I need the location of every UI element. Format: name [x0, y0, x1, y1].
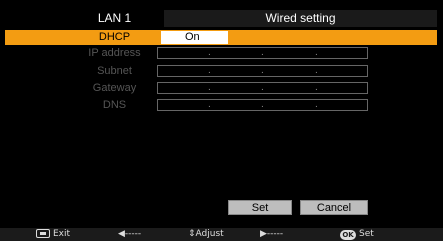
subnet-label: Subnet: [97, 65, 132, 77]
page-title: Wired setting: [164, 10, 437, 27]
row-dns[interactable]: DNS ...: [5, 98, 437, 113]
wired-setting-screen: LAN 1 Wired setting DHCP On IP address .…: [0, 0, 443, 241]
footer-set: OK Set: [340, 228, 374, 241]
ip-address-field[interactable]: ...: [157, 47, 368, 59]
up-down-arrow-icon: ⇕: [188, 229, 196, 239]
footer-bar: Exit ◀----- ⇕Adjust ▶----- OK Set: [0, 228, 443, 241]
dns-field[interactable]: ...: [157, 99, 368, 111]
ip-address-label: IP address: [88, 47, 141, 59]
ok-icon: OK: [340, 230, 356, 240]
cancel-button[interactable]: Cancel: [300, 200, 368, 215]
lan-tab[interactable]: LAN 1: [65, 10, 164, 27]
row-dhcp[interactable]: DHCP On: [5, 30, 437, 45]
adjust-label: Adjust: [195, 229, 224, 239]
set-label: Set: [359, 229, 374, 239]
row-subnet[interactable]: Subnet ...: [5, 64, 437, 79]
set-button[interactable]: Set: [228, 200, 292, 215]
dhcp-value[interactable]: On: [161, 31, 228, 44]
dns-label: DNS: [102, 99, 127, 111]
gateway-field[interactable]: ...: [157, 82, 368, 94]
subnet-field[interactable]: ...: [157, 65, 368, 77]
header-bar: LAN 1 Wired setting: [5, 10, 437, 27]
footer-left: ◀-----: [118, 229, 142, 239]
row-ip-address[interactable]: IP address ...: [5, 46, 437, 61]
menu-key-icon: [36, 229, 50, 238]
footer-exit: Exit: [36, 228, 70, 241]
exit-label: Exit: [53, 229, 71, 239]
gateway-label: Gateway: [92, 82, 137, 94]
dhcp-label: DHCP: [98, 31, 131, 43]
footer-adjust: ⇕Adjust: [188, 228, 224, 241]
row-gateway[interactable]: Gateway ...: [5, 81, 437, 96]
footer-right: ▶-----: [260, 229, 284, 239]
